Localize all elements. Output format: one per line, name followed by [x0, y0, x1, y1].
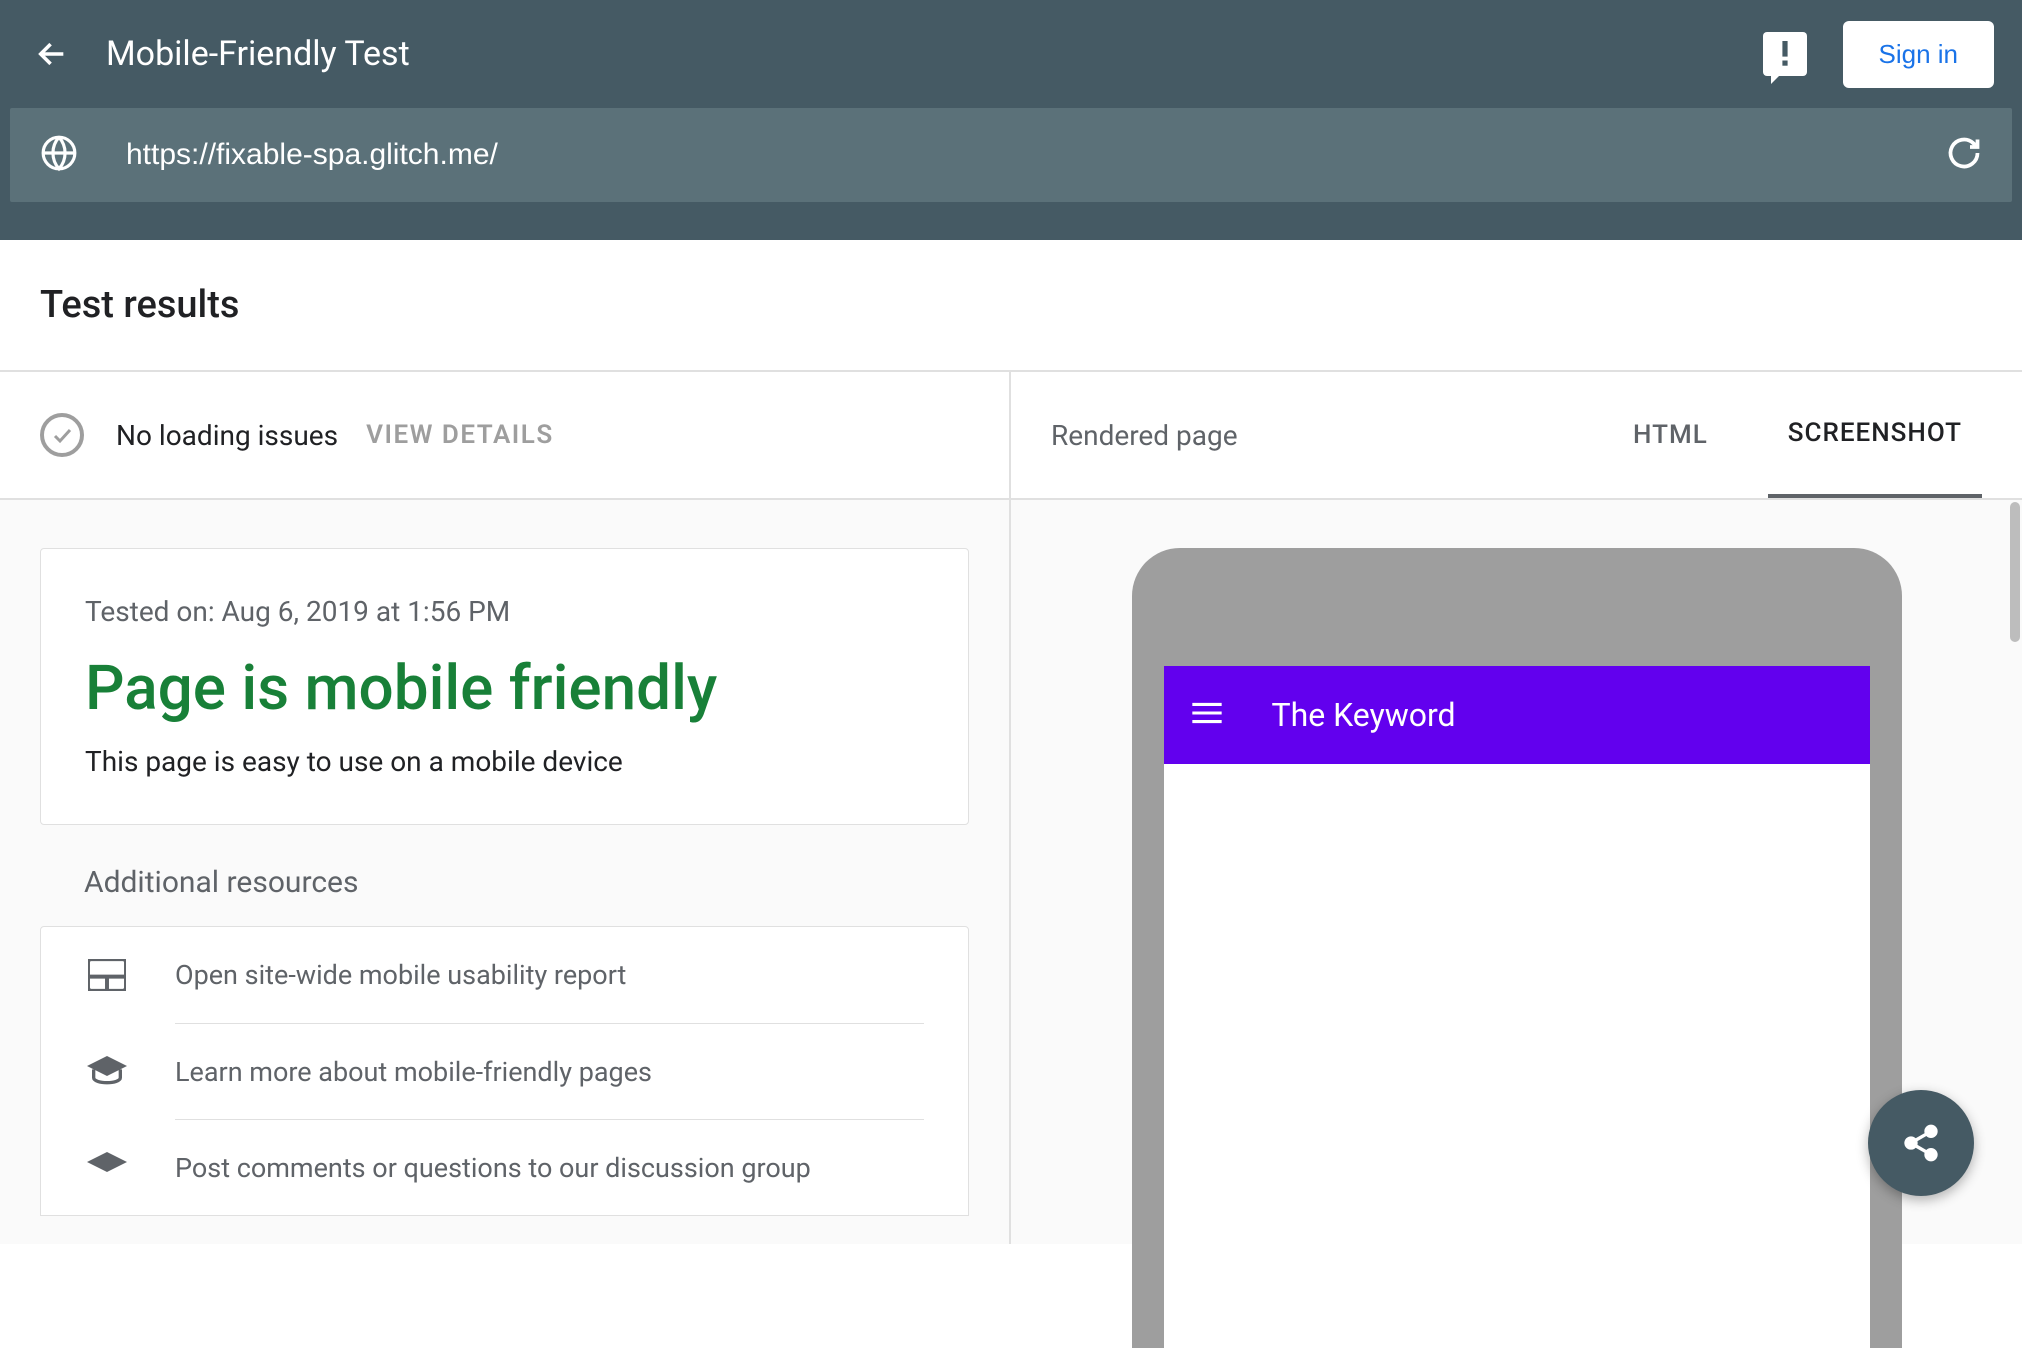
loading-status-bar: No loading issues VIEW DETAILS: [0, 372, 1009, 500]
verdict-subtext: This page is easy to use on a mobile dev…: [85, 745, 924, 778]
resource-item-learn-more[interactable]: Learn more about mobile-friendly pages: [41, 1023, 968, 1119]
rendered-page-bar: Rendered page HTML SCREENSHOT: [1011, 372, 2022, 500]
phone-frame: The Keyword: [1132, 548, 1902, 1348]
feedback-icon: [1780, 41, 1790, 67]
resource-label: Learn more about mobile-friendly pages: [175, 1023, 924, 1119]
share-icon: [1901, 1123, 1941, 1163]
check-circle-icon: [40, 413, 84, 457]
hamburger-icon: [1192, 702, 1222, 728]
result-card: Tested on: Aug 6, 2019 at 1:56 PM Page i…: [40, 548, 969, 825]
tab-screenshot[interactable]: SCREENSHOT: [1768, 372, 1982, 498]
refresh-icon: [1946, 135, 1982, 171]
view-details-button[interactable]: VIEW DETAILS: [366, 420, 554, 450]
rendered-app-title: The Keyword: [1272, 696, 1456, 734]
refresh-button[interactable]: [1946, 135, 1982, 175]
share-fab[interactable]: [1868, 1090, 1974, 1196]
resource-label: Post comments or questions to our discus…: [175, 1119, 924, 1215]
arrow-left-icon: [35, 37, 69, 71]
app-header: Mobile-Friendly Test Sign in: [0, 0, 2022, 240]
left-pane: No loading issues VIEW DETAILS Tested on…: [0, 372, 1011, 1244]
section-title: Test results: [40, 283, 239, 327]
school-icon: [85, 1151, 129, 1183]
right-pane: Rendered page HTML SCREENSHOT The Keywor…: [1011, 372, 2022, 1244]
resources-heading: Additional resources: [84, 865, 965, 900]
resources-card: Open site-wide mobile usability report L…: [40, 926, 969, 1216]
tested-on-text: Tested on: Aug 6, 2019 at 1:56 PM: [85, 595, 924, 628]
render-tabs: HTML SCREENSHOT: [1613, 372, 1982, 498]
url-bar: [10, 108, 2012, 202]
app-title: Mobile-Friendly Test: [106, 34, 410, 74]
scrollbar[interactable]: [2010, 502, 2020, 642]
url-input[interactable]: [126, 138, 1946, 172]
feedback-button[interactable]: [1763, 32, 1807, 76]
rendered-app-bar: The Keyword: [1164, 666, 1870, 764]
globe-icon: [40, 134, 78, 176]
browser-icon: [85, 959, 129, 991]
tab-html[interactable]: HTML: [1613, 372, 1728, 498]
rendered-page-label: Rendered page: [1051, 419, 1238, 452]
loading-status-text: No loading issues: [116, 419, 338, 452]
resource-item-discussion[interactable]: Post comments or questions to our discus…: [41, 1119, 968, 1215]
content: No loading issues VIEW DETAILS Tested on…: [0, 372, 2022, 1244]
school-icon: [85, 1055, 129, 1087]
resource-label: Open site-wide mobile usability report: [175, 927, 924, 1023]
phone-screen: The Keyword: [1164, 666, 1870, 1348]
section-title-bar: Test results: [0, 240, 2022, 372]
back-button[interactable]: [28, 30, 76, 78]
resource-item-usability-report[interactable]: Open site-wide mobile usability report: [41, 927, 968, 1023]
topbar: Mobile-Friendly Test Sign in: [0, 0, 2022, 108]
verdict-heading: Page is mobile friendly: [85, 652, 924, 725]
signin-button[interactable]: Sign in: [1843, 21, 1995, 88]
